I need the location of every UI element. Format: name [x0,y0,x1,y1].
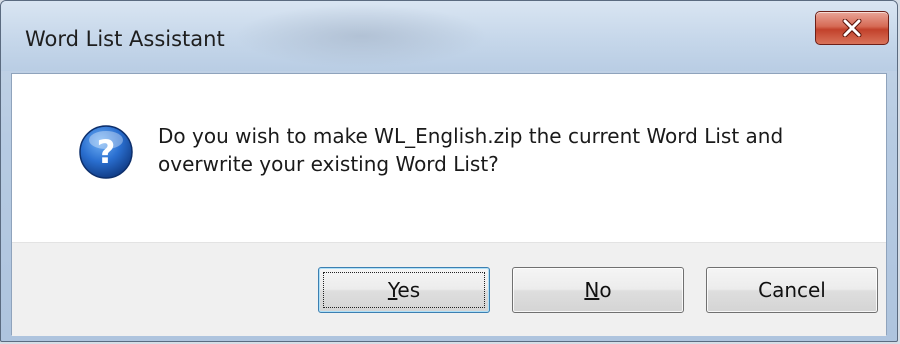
message-line-1: Do you wish to make WL_English.zip the c… [158,124,784,148]
message-text: Do you wish to make WL_English.zip the c… [158,122,858,178]
cancel-button-label: Cancel [758,278,826,302]
title-bar[interactable]: Word List Assistant [1,1,897,71]
close-button[interactable] [815,11,889,45]
window-title: Word List Assistant [25,27,225,51]
cancel-button[interactable]: Cancel [706,267,878,313]
no-button[interactable]: No [512,267,684,313]
dialog-client-area: ? Do you wish to make WL_English.zip the… [11,73,887,336]
message-area: ? Do you wish to make WL_English.zip the… [12,74,886,242]
button-area: Yes No Cancel [12,242,886,336]
yes-button[interactable]: Yes [318,267,490,313]
svg-text:?: ? [97,133,116,171]
message-line-2: overwrite your existing Word List? [158,152,499,176]
dialog-window: Word List Assistant ? Do you wish to mak… [0,0,898,342]
close-icon [842,19,862,37]
no-button-label: No [584,278,612,302]
question-icon: ? [79,125,133,179]
focus-ring [323,272,485,308]
